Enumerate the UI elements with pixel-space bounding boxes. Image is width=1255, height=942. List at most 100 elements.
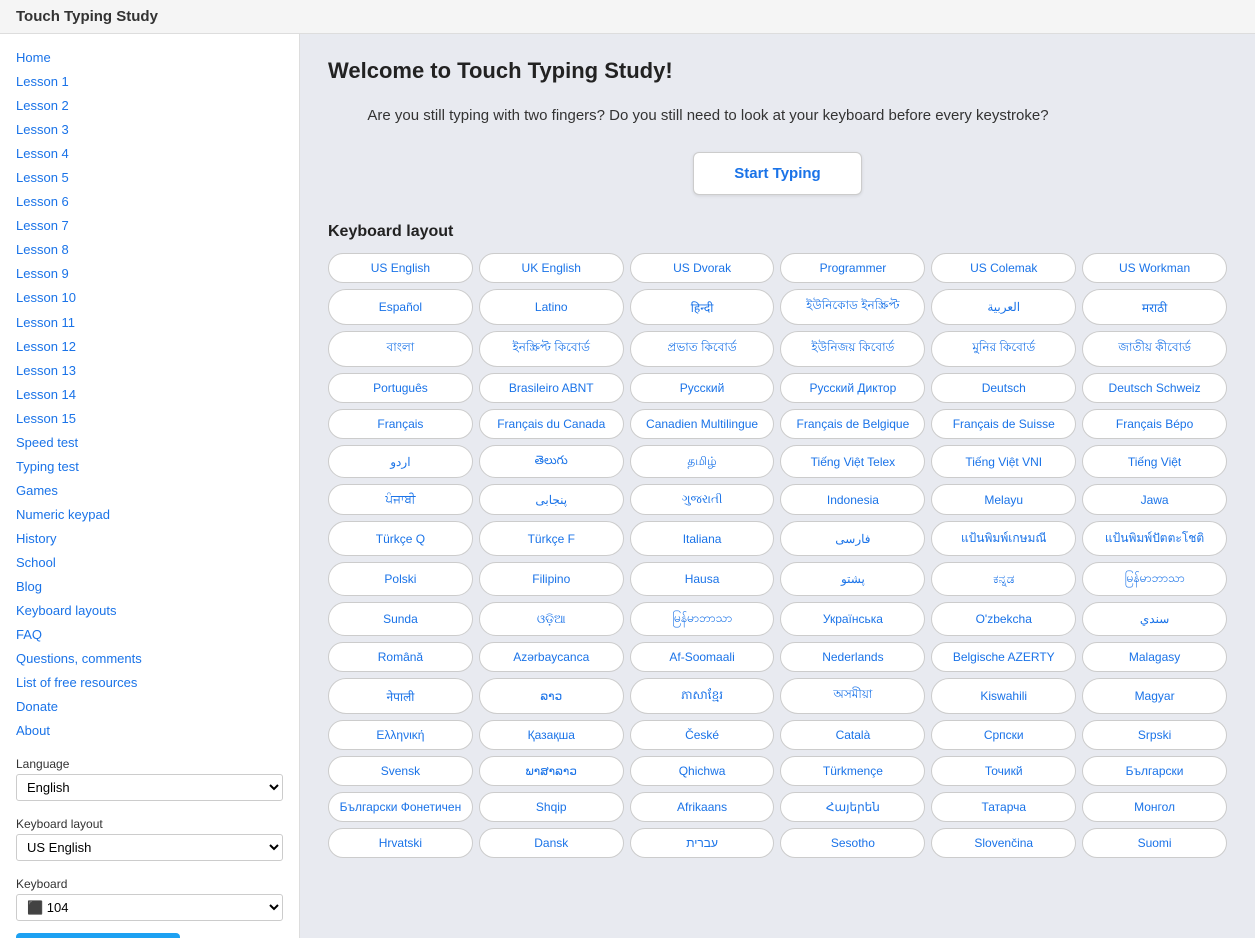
layout-btn[interactable]: মুনির কিবোর্ড bbox=[931, 331, 1076, 367]
layout-btn[interactable]: Български Фонетичен bbox=[328, 792, 473, 822]
sidebar-link-home[interactable]: Home bbox=[16, 46, 283, 70]
layout-btn[interactable]: แป้นพิมพ์ปัตตะโชติ bbox=[1082, 521, 1227, 556]
layout-btn[interactable]: Français Bépo bbox=[1082, 409, 1227, 439]
layout-btn[interactable]: Հայերեն bbox=[780, 792, 925, 822]
layout-btn[interactable]: ਪੰਜਾਬੀ bbox=[328, 484, 473, 515]
sidebar-link-lesson-11[interactable]: Lesson 11 bbox=[16, 311, 283, 335]
layout-btn[interactable]: Türkçe F bbox=[479, 521, 624, 556]
layout-btn[interactable]: Programmer bbox=[780, 253, 925, 283]
layout-btn[interactable]: US English bbox=[328, 253, 473, 283]
sidebar-link-lesson-5[interactable]: Lesson 5 bbox=[16, 166, 283, 190]
sidebar-link-lesson-6[interactable]: Lesson 6 bbox=[16, 190, 283, 214]
layout-btn[interactable]: Polski bbox=[328, 562, 473, 596]
layout-btn[interactable]: Точикй bbox=[931, 756, 1076, 786]
layout-btn[interactable]: Français de Belgique bbox=[780, 409, 925, 439]
keyboard-layout-select[interactable]: US EnglishUK EnglishUS DvorakProgrammerU… bbox=[16, 834, 283, 861]
layout-btn[interactable]: Svensk bbox=[328, 756, 473, 786]
sidebar-link-lesson-12[interactable]: Lesson 12 bbox=[16, 335, 283, 359]
sidebar-link-lesson-10[interactable]: Lesson 10 bbox=[16, 286, 283, 310]
layout-btn[interactable]: ភាសាខ្មែរ bbox=[630, 678, 775, 714]
sidebar-link-numeric-keypad[interactable]: Numeric keypad bbox=[16, 503, 283, 527]
sidebar-link-school[interactable]: School bbox=[16, 551, 283, 575]
layout-btn[interactable]: জাতীয় কীবোর্ড bbox=[1082, 331, 1227, 367]
layout-btn[interactable]: Shqip bbox=[479, 792, 624, 822]
sidebar-link-blog[interactable]: Blog bbox=[16, 575, 283, 599]
sidebar-link-lesson-3[interactable]: Lesson 3 bbox=[16, 118, 283, 142]
layout-btn[interactable]: हिन्दी bbox=[630, 289, 775, 325]
sidebar-link-lesson-9[interactable]: Lesson 9 bbox=[16, 262, 283, 286]
sidebar-link-games[interactable]: Games bbox=[16, 479, 283, 503]
layout-btn[interactable]: Français du Canada bbox=[479, 409, 624, 439]
layout-btn[interactable]: Malagasy bbox=[1082, 642, 1227, 672]
layout-btn[interactable]: প্রভাত কিবোর্ড bbox=[630, 331, 775, 367]
layout-btn[interactable]: ລາວ bbox=[479, 678, 624, 714]
layout-btn[interactable]: اردو bbox=[328, 445, 473, 478]
sidebar-link-lesson-14[interactable]: Lesson 14 bbox=[16, 383, 283, 407]
start-typing-button[interactable]: Start Typing bbox=[693, 152, 861, 195]
layout-btn[interactable]: עברית bbox=[630, 828, 775, 858]
layout-btn[interactable]: Belgische AZERTY bbox=[931, 642, 1076, 672]
layout-btn[interactable]: ଓଡ଼ିଆ bbox=[479, 602, 624, 636]
layout-btn[interactable]: Українська bbox=[780, 602, 925, 636]
layout-btn[interactable]: České bbox=[630, 720, 775, 750]
layout-btn[interactable]: Melayu bbox=[931, 484, 1076, 515]
layout-btn[interactable]: Français bbox=[328, 409, 473, 439]
layout-btn[interactable]: Canadien Multilingue bbox=[630, 409, 775, 439]
layout-btn[interactable]: Slovenčina bbox=[931, 828, 1076, 858]
sidebar-link-lesson-8[interactable]: Lesson 8 bbox=[16, 238, 283, 262]
sidebar-link-speed-test[interactable]: Speed test bbox=[16, 431, 283, 455]
layout-btn[interactable]: ইউনিজয় কিবোর্ড bbox=[780, 331, 925, 367]
layout-btn[interactable]: Brasileiro ABNT bbox=[479, 373, 624, 403]
layout-btn[interactable]: Русский Диктор bbox=[780, 373, 925, 403]
sidebar-link-faq[interactable]: FAQ bbox=[16, 623, 283, 647]
sidebar-link-questions-comments[interactable]: Questions, comments bbox=[16, 647, 283, 671]
layout-btn[interactable]: UK English bbox=[479, 253, 624, 283]
layout-btn[interactable]: العربية bbox=[931, 289, 1076, 325]
layout-btn[interactable]: తెలుగు bbox=[479, 445, 624, 478]
layout-btn[interactable]: Српски bbox=[931, 720, 1076, 750]
sidebar-link-lesson-13[interactable]: Lesson 13 bbox=[16, 359, 283, 383]
sidebar-link-lesson-2[interactable]: Lesson 2 bbox=[16, 94, 283, 118]
layout-btn[interactable]: Català bbox=[780, 720, 925, 750]
sidebar-link-lesson-7[interactable]: Lesson 7 bbox=[16, 214, 283, 238]
layout-btn[interactable]: แป้นพิมพ์เกษมณี bbox=[931, 521, 1076, 556]
sidebar-link-lesson-1[interactable]: Lesson 1 bbox=[16, 70, 283, 94]
layout-btn[interactable]: پشتو bbox=[780, 562, 925, 596]
layout-btn[interactable]: Tiếng Việt Telex bbox=[780, 445, 925, 478]
layout-btn[interactable]: অসমীয়া bbox=[780, 678, 925, 714]
layout-btn[interactable]: Español bbox=[328, 289, 473, 325]
layout-btn[interactable]: ইনস্ক্রিপ্ট কিবোর্ড bbox=[479, 331, 624, 367]
layout-btn[interactable]: Indonesia bbox=[780, 484, 925, 515]
layout-btn[interactable]: Tiếng Việt VNI bbox=[931, 445, 1076, 478]
layout-btn[interactable]: မြန်မာဘာသာ bbox=[1082, 562, 1227, 596]
layout-btn[interactable]: Ελληνική bbox=[328, 720, 473, 750]
layout-btn[interactable]: Italiana bbox=[630, 521, 775, 556]
layout-btn[interactable]: سندي bbox=[1082, 602, 1227, 636]
sidebar-link-about[interactable]: About bbox=[16, 719, 283, 743]
layout-btn[interactable]: தமிழ் bbox=[630, 445, 775, 478]
layout-btn[interactable]: ইউনিকোড ইনস্ক্রিপ্ট bbox=[780, 289, 925, 325]
layout-btn[interactable]: ગુજરાતી bbox=[630, 484, 775, 515]
layout-btn[interactable]: Русский bbox=[630, 373, 775, 403]
layout-btn[interactable]: Suomi bbox=[1082, 828, 1227, 858]
layout-btn[interactable]: Hrvatski bbox=[328, 828, 473, 858]
layout-btn[interactable]: Magyar bbox=[1082, 678, 1227, 714]
layout-btn[interactable]: Latino bbox=[479, 289, 624, 325]
sidebar-link-history[interactable]: History bbox=[16, 527, 283, 551]
layout-btn[interactable]: मराठी bbox=[1082, 289, 1227, 325]
layout-btn[interactable]: Română bbox=[328, 642, 473, 672]
language-select[interactable]: EnglishSpanishFrenchGermanPortugueseRuss… bbox=[16, 774, 283, 801]
layout-btn[interactable]: Sesotho bbox=[780, 828, 925, 858]
layout-btn[interactable]: Dansk bbox=[479, 828, 624, 858]
layout-btn[interactable]: US Workman bbox=[1082, 253, 1227, 283]
layout-btn[interactable]: US Colemak bbox=[931, 253, 1076, 283]
layout-btn[interactable]: Қазақша bbox=[479, 720, 624, 750]
layout-btn[interactable]: नेपाली bbox=[328, 678, 473, 714]
sidebar-link-keyboard-layouts[interactable]: Keyboard layouts bbox=[16, 599, 283, 623]
layout-btn[interactable]: Azərbaycanca bbox=[479, 642, 624, 672]
layout-btn[interactable]: Deutsch Schweiz bbox=[1082, 373, 1227, 403]
layout-btn[interactable]: US Dvorak bbox=[630, 253, 775, 283]
sidebar-link-typing-test[interactable]: Typing test bbox=[16, 455, 283, 479]
layout-btn[interactable]: Afrikaans bbox=[630, 792, 775, 822]
layout-btn[interactable]: Qhichwa bbox=[630, 756, 775, 786]
